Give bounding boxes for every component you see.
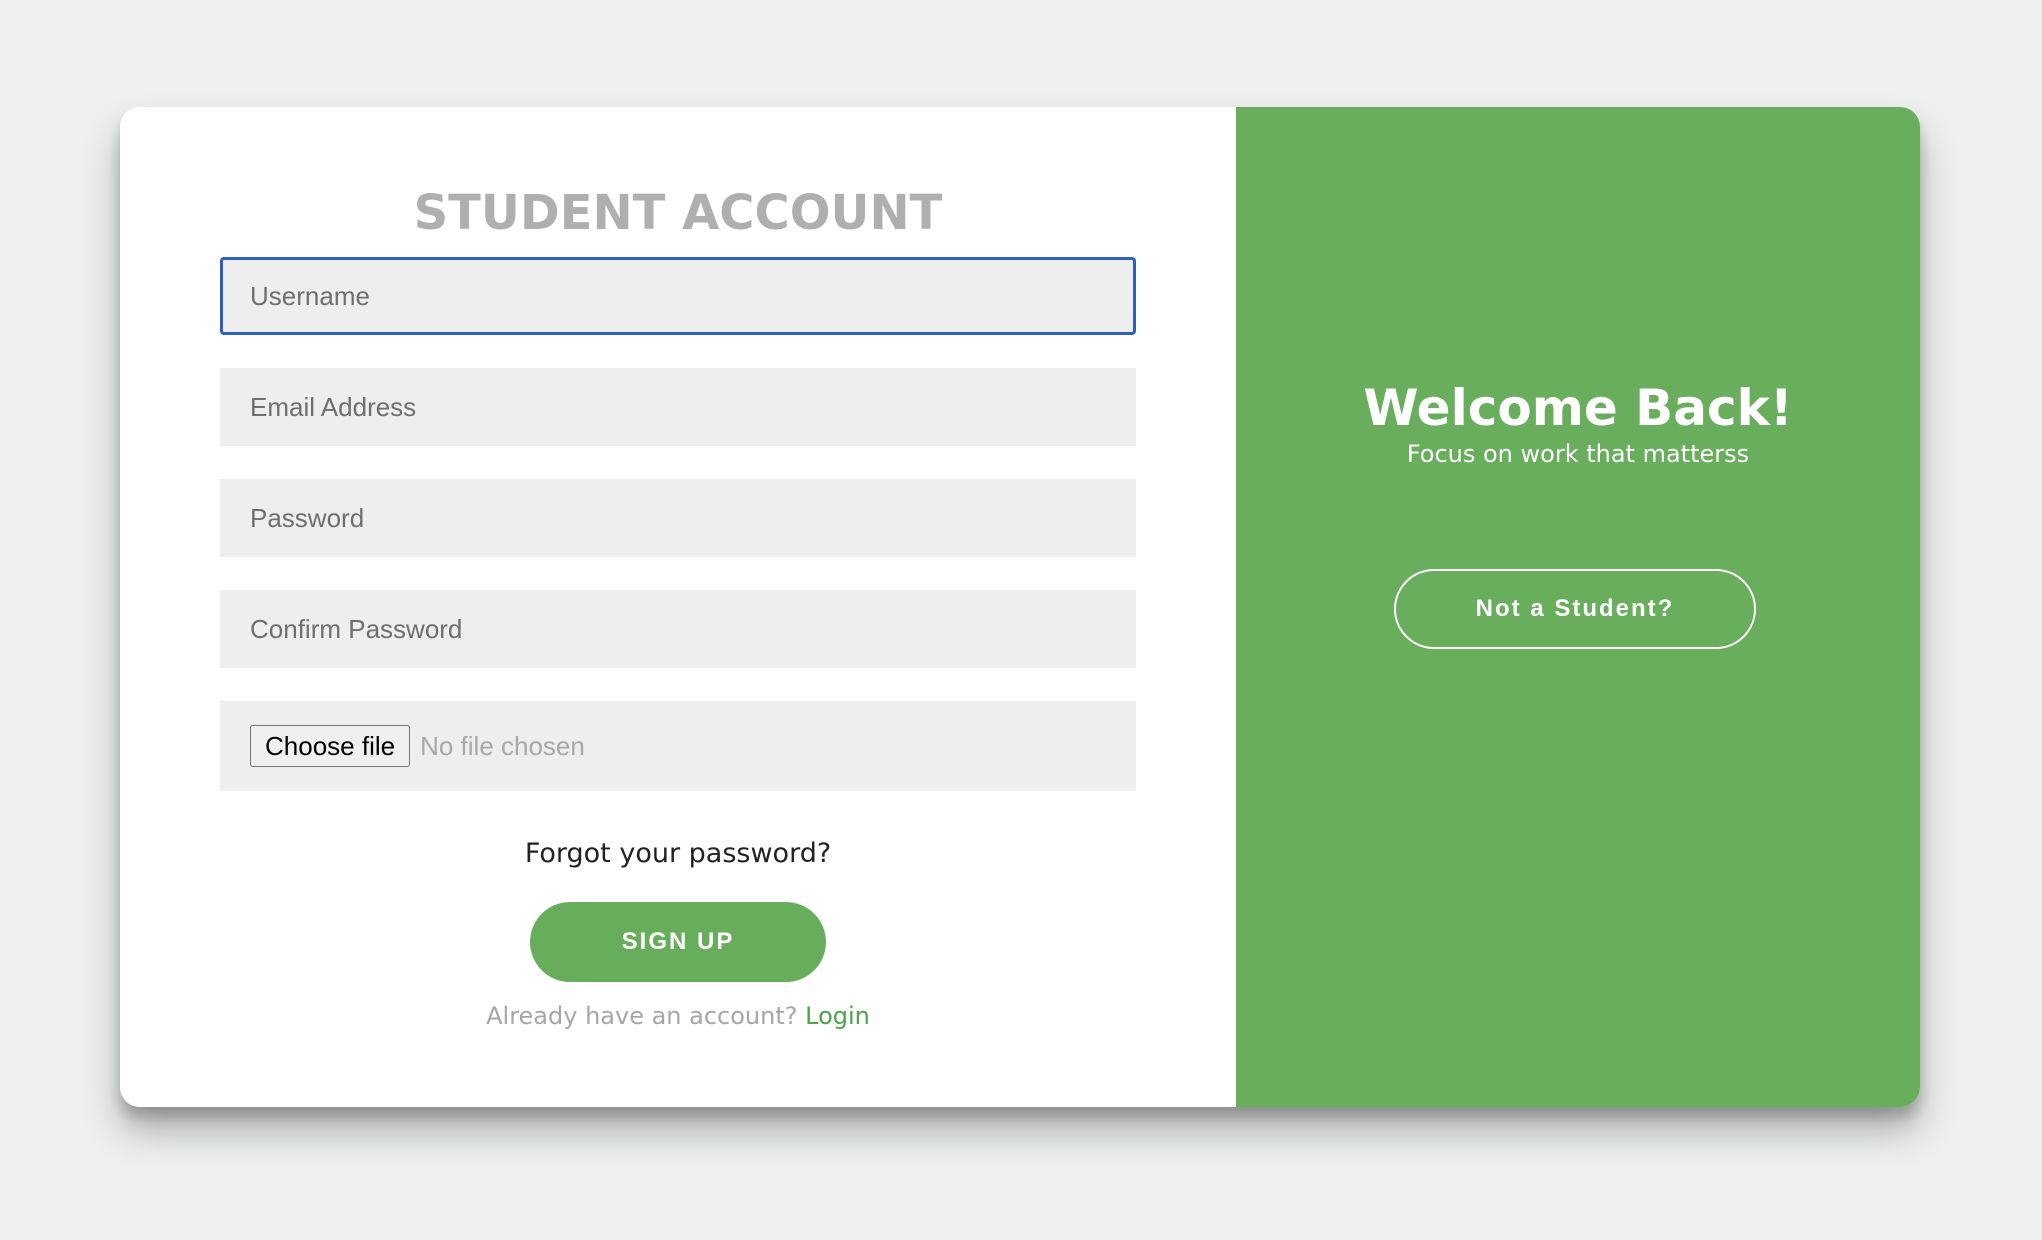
welcome-tagline: Focus on work that matterss [1406,440,1750,468]
have-account-line: Already have an account? Login [120,1002,1236,1030]
file-status-text: No file chosen [420,730,585,761]
email-input[interactable] [220,368,1136,446]
signup-card: STUDENT ACCOUNT Choose file No file chos… [120,107,1920,1107]
welcome-title: Welcome Back! [1363,379,1793,437]
have-account-text: Already have an account? [486,1002,798,1030]
password-input[interactable] [220,479,1136,557]
file-upload-field: Choose file No file chosen [220,701,1136,791]
confirm-password-input[interactable] [220,590,1136,668]
sign-up-button[interactable]: SIGN UP [530,902,826,982]
login-link[interactable]: Login [805,1002,870,1030]
forgot-password-link[interactable]: Forgot your password? [120,838,1236,869]
form-title: STUDENT ACCOUNT [413,185,943,241]
not-a-student-button[interactable]: Not a Student? [1394,569,1756,649]
signup-form-panel: STUDENT ACCOUNT Choose file No file chos… [120,107,1236,1107]
username-input[interactable] [220,257,1136,335]
welcome-panel: Welcome Back! Focus on work that matters… [1236,107,1920,1107]
choose-file-button[interactable]: Choose file [250,725,411,767]
